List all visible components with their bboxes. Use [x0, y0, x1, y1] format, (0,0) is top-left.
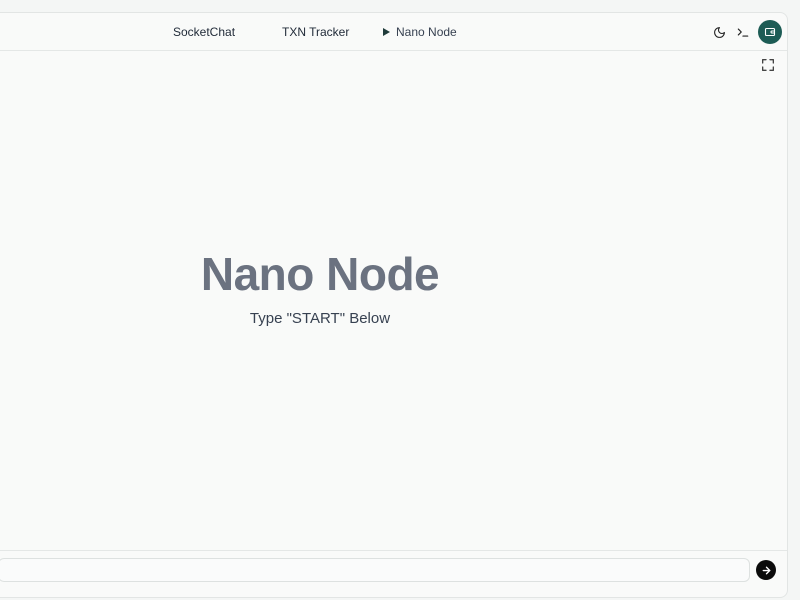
message-input[interactable] [0, 558, 750, 582]
top-navigation-bar: SocketChat TXN Tracker Nano Node [0, 13, 787, 51]
wallet-icon [764, 27, 776, 37]
play-icon [383, 28, 390, 36]
nav-item-txn-tracker[interactable]: TXN Tracker [282, 24, 349, 40]
chat-input-bar [0, 550, 787, 597]
nav-item-label: Nano Node [396, 25, 457, 39]
fullscreen-icon [762, 59, 774, 71]
wallet-button[interactable] [758, 20, 782, 44]
nav-item-socketchat[interactable]: SocketChat [173, 24, 235, 40]
arrow-right-icon [762, 566, 770, 574]
moon-icon [713, 26, 725, 38]
nav-item-nano-node[interactable]: Nano Node [383, 24, 457, 40]
theme-toggle-button[interactable] [711, 24, 727, 40]
send-button[interactable] [756, 560, 776, 580]
fullscreen-button[interactable] [760, 57, 776, 73]
app-window: SocketChat TXN Tracker Nano Node Nano No… [0, 12, 788, 598]
page-title: Nano Node [200, 248, 440, 300]
terminal-button[interactable] [735, 24, 751, 40]
page-subtitle: Type "START" Below [249, 310, 391, 327]
terminal-icon [737, 28, 749, 37]
